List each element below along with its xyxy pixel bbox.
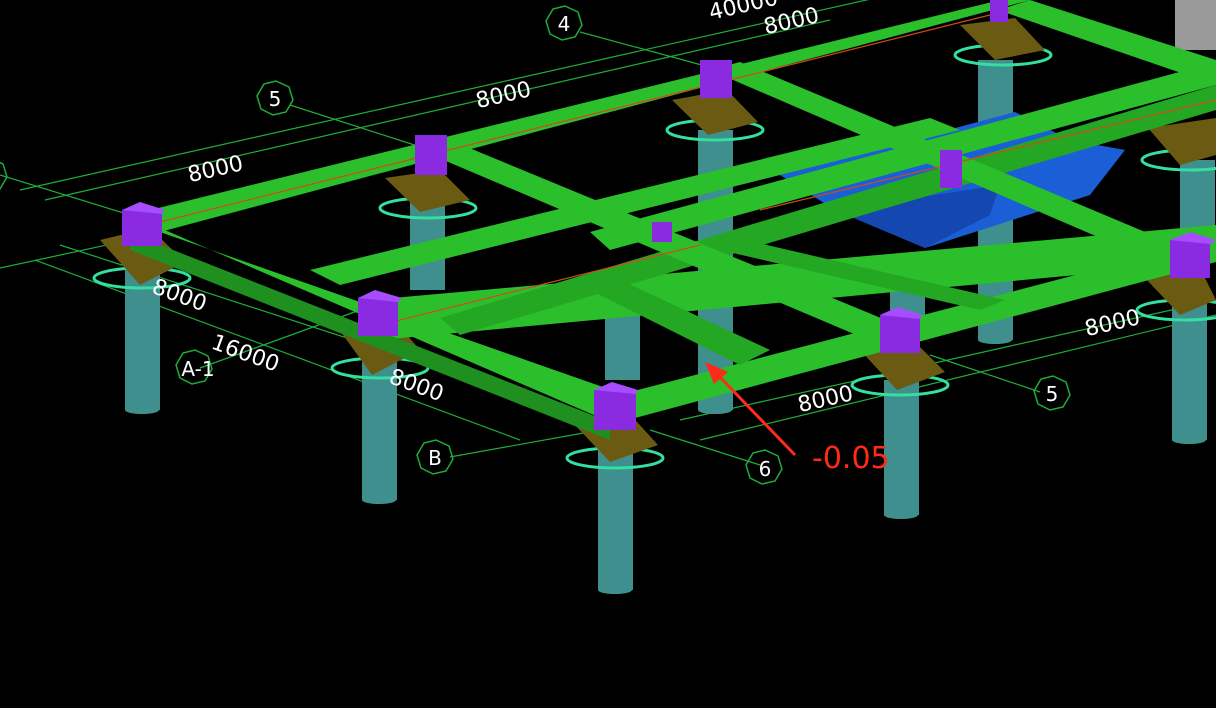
axis-label-4: 4 (558, 12, 571, 36)
column (880, 307, 922, 353)
pile (1172, 436, 1206, 444)
pile (698, 406, 732, 414)
3d-model-viewport[interactable]: 4 5 B 6 5 A-1 40000 8000 8000 8000 8000 … (0, 0, 1216, 708)
column (594, 382, 638, 430)
column (700, 60, 732, 98)
axis-label-a1: A-1 (181, 357, 214, 381)
column (652, 222, 672, 242)
pile (362, 496, 396, 504)
column (990, 0, 1008, 22)
axis-label-b: B (428, 446, 442, 470)
column (358, 290, 402, 336)
axis-label-5-top: 5 (269, 87, 282, 111)
column (1170, 232, 1216, 278)
column (415, 135, 447, 175)
axis-label-6: 6 (759, 457, 772, 481)
column (122, 202, 165, 246)
column (940, 150, 962, 188)
pile (598, 440, 633, 590)
elevation-annotation: -0.05 (812, 441, 890, 476)
pile (598, 586, 632, 594)
side-panel-edge (1175, 0, 1216, 50)
axis-label-5-right: 5 (1046, 382, 1059, 406)
pile (978, 336, 1012, 344)
pile (125, 406, 159, 414)
pile (884, 511, 918, 519)
